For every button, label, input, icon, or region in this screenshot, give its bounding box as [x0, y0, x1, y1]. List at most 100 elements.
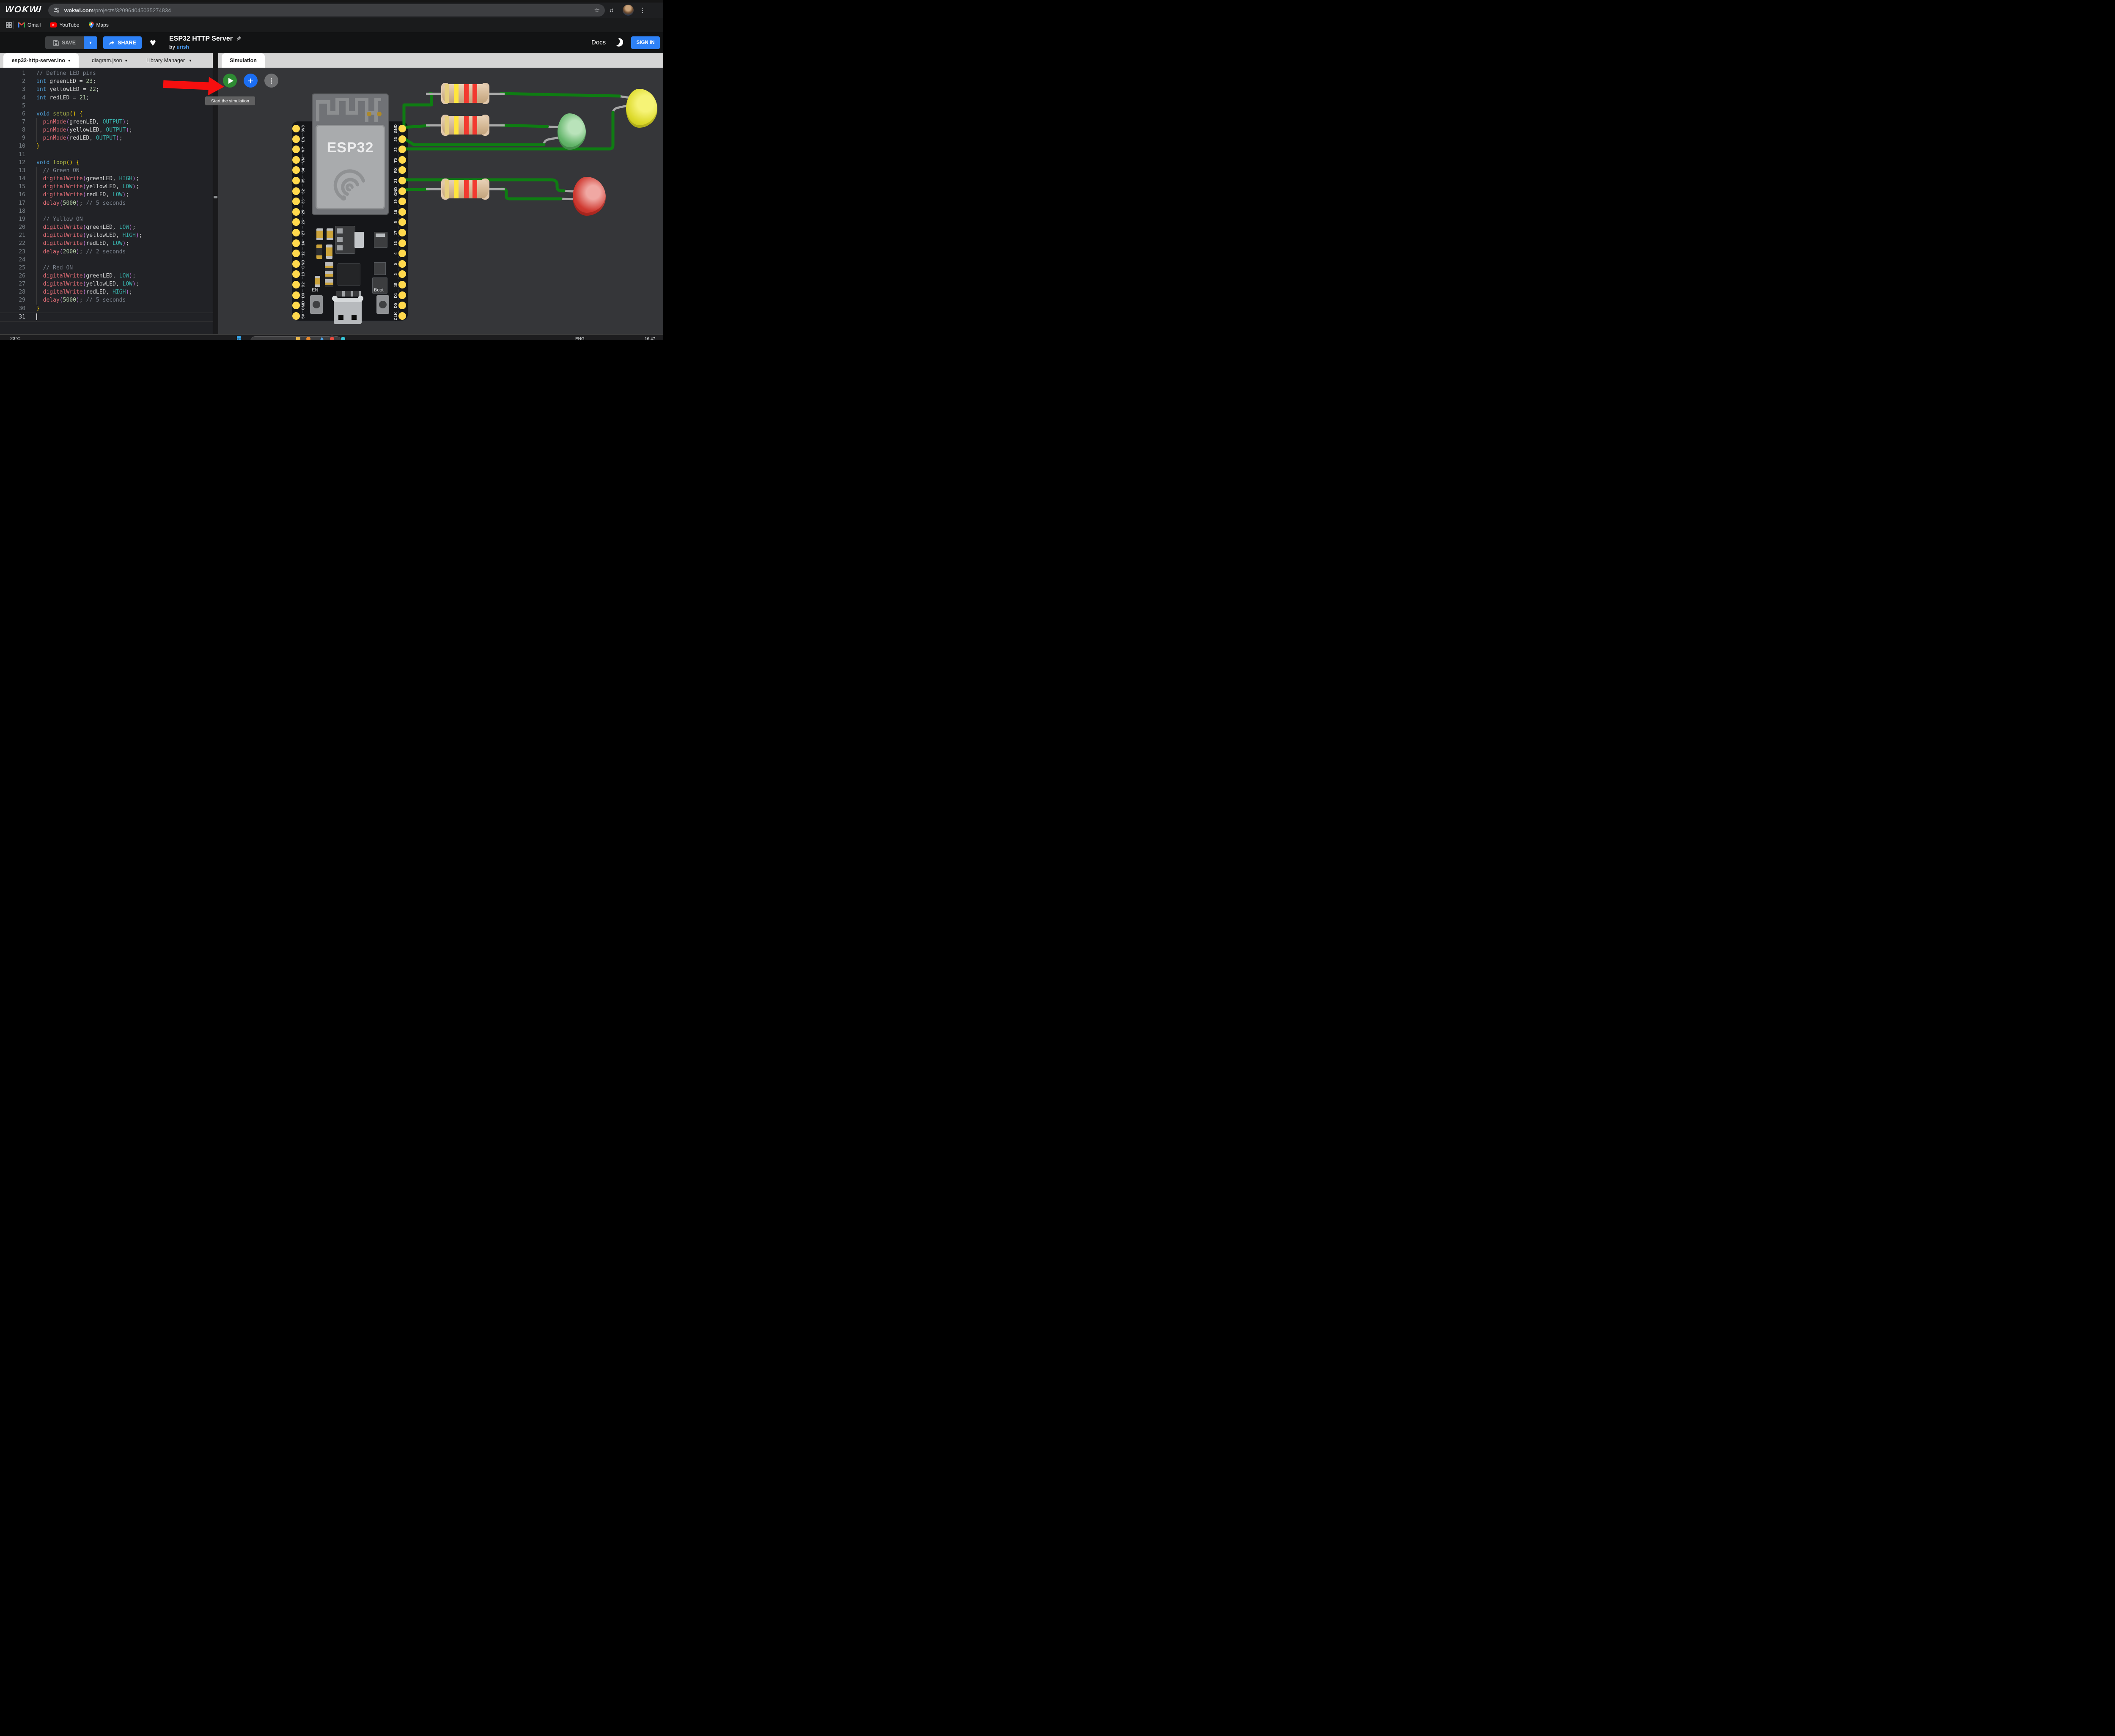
code-line[interactable]: 12void loop() {: [0, 159, 213, 167]
taskbar-app-icon[interactable]: [306, 337, 310, 340]
code-line[interactable]: 25 // Red ON: [0, 264, 213, 272]
code-line[interactable]: 26 digitalWrite(greenLED, LOW);: [0, 272, 213, 280]
edit-title-icon[interactable]: ✎: [236, 35, 242, 43]
share-button[interactable]: SHARE: [103, 36, 142, 49]
line-number: 30: [0, 305, 25, 312]
pin-label-CLK: CLK: [394, 307, 398, 325]
code-line[interactable]: 17 delay(5000); // 5 seconds: [0, 199, 213, 207]
resistor-band: [454, 180, 459, 198]
share-icon: [109, 40, 115, 46]
add-part-button[interactable]: +: [244, 74, 258, 88]
windows-taskbar: 23°C ENG 16:47: [0, 335, 663, 340]
board-pin-21: [398, 177, 406, 184]
boot-button[interactable]: [376, 295, 389, 314]
code-line[interactable]: 27 digitalWrite(yellowLED, LOW);: [0, 280, 213, 288]
docs-link[interactable]: Docs: [591, 39, 606, 46]
code-line[interactable]: 22 digitalWrite(redLED, LOW);: [0, 239, 213, 247]
clock[interactable]: 16:47: [645, 337, 655, 340]
line-number: 14: [0, 176, 25, 182]
pin-label-5V: 5V: [301, 307, 306, 325]
sim-menu-button[interactable]: ⋮: [264, 74, 278, 88]
code-line[interactable]: 8 pinMode(yellowLED, OUTPUT);: [0, 126, 213, 134]
code-line[interactable]: 7 pinMode(greenLED, OUTPUT);: [0, 118, 213, 126]
code-line[interactable]: 13 // Green ON: [0, 167, 213, 175]
board-pin-32: [292, 187, 300, 195]
save-button[interactable]: SAVE: [45, 36, 84, 49]
resistor-R2[interactable]: [426, 116, 505, 135]
resistor-R3[interactable]: [426, 180, 505, 198]
profile-avatar[interactable]: [623, 5, 634, 16]
line-number: 7: [0, 119, 25, 125]
code-line[interactable]: 6void setup() {: [0, 110, 213, 118]
code-line[interactable]: 28 digitalWrite(redLED, HIGH);: [0, 288, 213, 296]
code-line[interactable]: 29 delay(5000); // 5 seconds: [0, 296, 213, 304]
bookmark-youtube[interactable]: YouTube: [50, 22, 79, 28]
resizer-handle[interactable]: [214, 196, 217, 198]
code-line[interactable]: 23 delay(2000); // 2 seconds: [0, 247, 213, 255]
address-bar[interactable]: wokwi.com/projects/320964045035274834 ☆: [48, 4, 605, 16]
line-number: 1: [0, 70, 25, 77]
code-text: pinMode(yellowLED, OUTPUT);: [25, 127, 132, 133]
code-line[interactable]: 20 digitalWrite(greenLED, LOW);: [0, 223, 213, 231]
line-number: 9: [0, 135, 25, 141]
board-pin-14: [292, 239, 300, 247]
code-line[interactable]: 10}: [0, 142, 213, 150]
bookmark-star-icon[interactable]: ☆: [594, 6, 600, 14]
like-heart-icon[interactable]: ♥: [150, 37, 156, 49]
tab-diagram-json[interactable]: diagram.json●: [82, 53, 137, 68]
tab-bar: esp32-http-server.ino● diagram.json● Lib…: [0, 53, 663, 68]
code-line[interactable]: 31: [0, 313, 213, 321]
tab-sketch-file[interactable]: esp32-http-server.ino●: [3, 53, 79, 68]
indent-guide: [36, 167, 37, 305]
gmail-icon: [18, 22, 25, 27]
code-line[interactable]: 11: [0, 151, 213, 159]
code-line[interactable]: 21 digitalWrite(yellowLED, HIGH);: [0, 231, 213, 239]
code-line[interactable]: 30}: [0, 305, 213, 313]
code-text: digitalWrite(yellowLED, HIGH);: [25, 232, 142, 239]
tab-simulation[interactable]: Simulation: [222, 53, 265, 68]
code-text: // Yellow ON: [25, 216, 83, 222]
browser-toolbar: ← → ↻ wokwi.com/projects/320964045035274…: [0, 3, 663, 18]
apps-grid-icon[interactable]: [6, 22, 12, 28]
wokwi-logo[interactable]: WOKWI: [5, 5, 42, 15]
panel-gap: [213, 53, 218, 68]
code-line[interactable]: 16 digitalWrite(redLED, LOW);: [0, 191, 213, 199]
weather-widget[interactable]: 23°C: [10, 336, 21, 340]
language-indicator[interactable]: ENG: [575, 337, 585, 340]
en-button[interactable]: [310, 295, 323, 314]
board-pin-15: [398, 281, 406, 288]
save-options-caret[interactable]: ▼: [84, 36, 97, 49]
file-explorer-icon[interactable]: [296, 337, 300, 340]
browser-menu-icon[interactable]: ⋮: [637, 6, 648, 14]
extension-icon[interactable]: ♬: [605, 7, 619, 14]
resistor-body: [442, 84, 489, 103]
resistor-R1[interactable]: [426, 84, 505, 103]
bookmark-gmail[interactable]: Gmail: [18, 22, 41, 28]
code-line[interactable]: 18: [0, 207, 213, 215]
sign-in-button[interactable]: SIGN IN: [631, 36, 660, 49]
bookmarks-bar: Gmail YouTube Maps: [0, 18, 663, 32]
code-text: // Define LED pins: [25, 70, 96, 77]
bookmark-maps[interactable]: Maps: [89, 22, 109, 28]
taskbar-app-icon[interactable]: [341, 337, 345, 340]
code-line[interactable]: 19 // Yellow ON: [0, 215, 213, 223]
tab-library-manager[interactable]: Library Manager▼: [140, 53, 199, 68]
code-line[interactable]: 15 digitalWrite(yellowLED, LOW);: [0, 183, 213, 191]
floppy-icon: [53, 40, 59, 46]
espressif-logo: [332, 169, 368, 205]
code-line[interactable]: 5: [0, 102, 213, 110]
code-line[interactable]: 24: [0, 256, 213, 264]
usb-screw: [358, 296, 363, 301]
code-editor[interactable]: 1// Define LED pins2int greenLED = 23;3i…: [0, 68, 213, 334]
code-line[interactable]: 9 pinMode(redLED, OUTPUT);: [0, 134, 213, 142]
taskbar-app-icon[interactable]: [330, 337, 334, 340]
board-pin-EN: [292, 135, 300, 143]
module-pad: [367, 112, 371, 116]
code-line[interactable]: 14 digitalWrite(greenLED, HIGH);: [0, 175, 213, 183]
author-link[interactable]: urish: [176, 44, 189, 50]
windows-start-icon[interactable]: [237, 336, 241, 340]
resistor-band: [454, 116, 459, 135]
chevron-down-icon: ▼: [189, 59, 192, 63]
tune-icon: [53, 7, 60, 14]
unsaved-dot: ●: [68, 58, 70, 63]
